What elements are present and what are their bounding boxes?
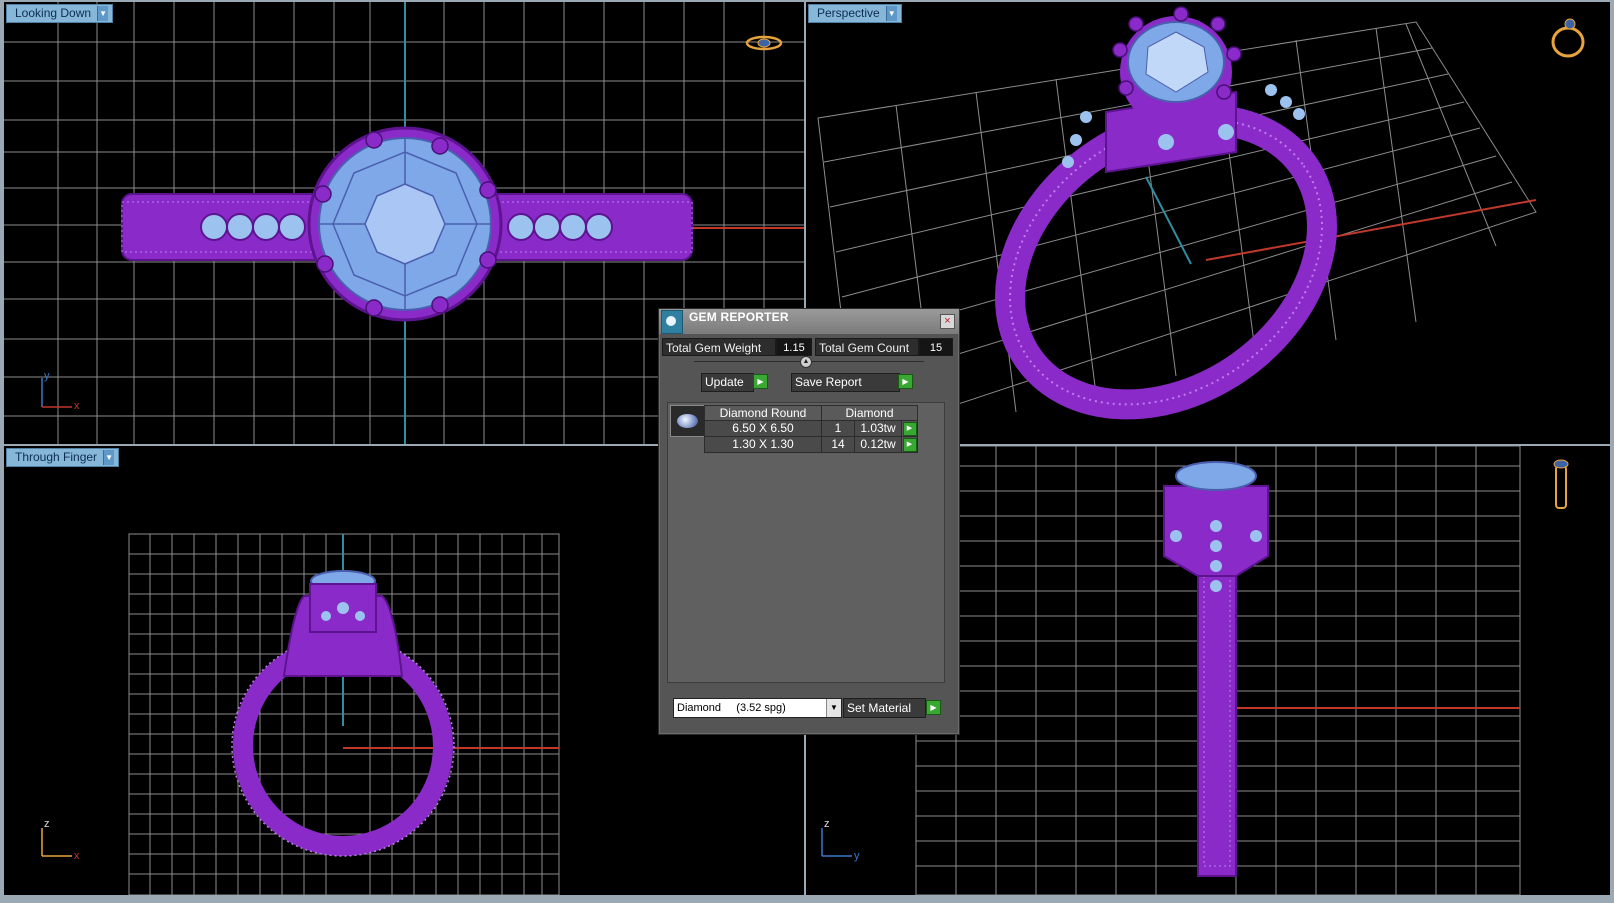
dropdown-arrow-icon[interactable]: ▼ [826, 699, 841, 717]
dropdown-arrow-icon[interactable]: ▼ [97, 6, 109, 21]
set-material-button[interactable]: Set Material [843, 698, 926, 718]
viewport-view-selector[interactable]: Looking Down ▼ [6, 4, 114, 23]
gem-count: 1 [821, 420, 855, 437]
play-arrow-icon[interactable]: ▶ [902, 421, 917, 436]
gem-table: Diamond Round Diamond 6.50 X 6.50 1 1.03… [704, 405, 918, 453]
axis-y-label: y [854, 850, 860, 862]
total-gem-count-label: Total Gem Count [815, 338, 919, 356]
axis-z-label: z [824, 818, 830, 830]
gem-count: 14 [821, 435, 855, 453]
gem-list: Diamond Round Diamond 6.50 X 6.50 1 1.03… [667, 402, 945, 683]
gem-size: 6.50 X 6.50 [704, 420, 822, 437]
close-icon[interactable]: × [940, 314, 955, 329]
axis-y-label: y [44, 370, 50, 382]
gem-thumbnail-icon[interactable] [670, 405, 705, 437]
axis-x-label: x [74, 400, 80, 412]
axis-z-label: z [44, 818, 50, 830]
collapse-toggle-icon[interactable]: ▲ [800, 356, 812, 368]
gem-reporter-app-icon [661, 310, 683, 334]
table-row[interactable]: 6.50 X 6.50 1 1.03tw ▶ [704, 420, 918, 437]
gem-size: 1.30 X 1.30 [704, 435, 822, 453]
ring-nav-icon[interactable] [744, 30, 784, 56]
dialog-title: GEM REPORTER [689, 310, 789, 324]
material-select[interactable]: Diamond (3.52 spg) ▼ [673, 698, 842, 718]
dropdown-arrow-icon[interactable]: ▼ [885, 6, 897, 21]
dropdown-arrow-icon[interactable]: ▼ [103, 450, 115, 465]
play-arrow-icon[interactable]: ▶ [898, 374, 913, 389]
play-arrow-icon[interactable]: ▶ [926, 700, 941, 715]
play-arrow-icon[interactable]: ▶ [753, 374, 768, 389]
viewport-view-label: Looking Down [15, 6, 92, 20]
gem-weight: 0.12tw [854, 435, 902, 453]
gem-weight: 1.03tw [854, 420, 902, 437]
gem-shape-header: Diamond Round [704, 405, 822, 421]
material-select-value: Diamond (3.52 spg) [677, 702, 786, 714]
viewport-view-selector[interactable]: Through Finger ▼ [6, 448, 120, 467]
viewport-view-selector[interactable]: Perspective ▼ [808, 4, 902, 23]
viewport-view-label: Through Finger [15, 450, 98, 464]
update-button[interactable]: Update [701, 373, 754, 392]
total-gem-count-value: 15 [919, 338, 953, 356]
total-gem-weight-value: 1.15 [776, 338, 812, 356]
play-arrow-icon[interactable]: ▶ [902, 437, 917, 452]
save-report-button[interactable]: Save Report [791, 373, 900, 392]
ring-nav-icon[interactable] [1548, 16, 1588, 60]
gem-totals: Total Gem Weight 1.15 Total Gem Count 15 [662, 338, 956, 356]
table-header-row: Diamond Round Diamond [704, 405, 918, 421]
dialog-titlebar[interactable]: GEM REPORTER × [659, 309, 959, 334]
table-row[interactable]: 1.30 X 1.30 14 0.12tw ▶ [704, 435, 918, 453]
axis-x-label: x [74, 850, 80, 862]
gem-reporter-dialog[interactable]: GEM REPORTER × Total Gem Weight 1.15 Tot… [658, 308, 960, 735]
ring-nav-icon[interactable] [1546, 458, 1576, 514]
viewport-view-label: Perspective [817, 6, 880, 20]
total-gem-weight-label: Total Gem Weight [662, 338, 776, 356]
gem-material-header: Diamond [821, 405, 918, 421]
